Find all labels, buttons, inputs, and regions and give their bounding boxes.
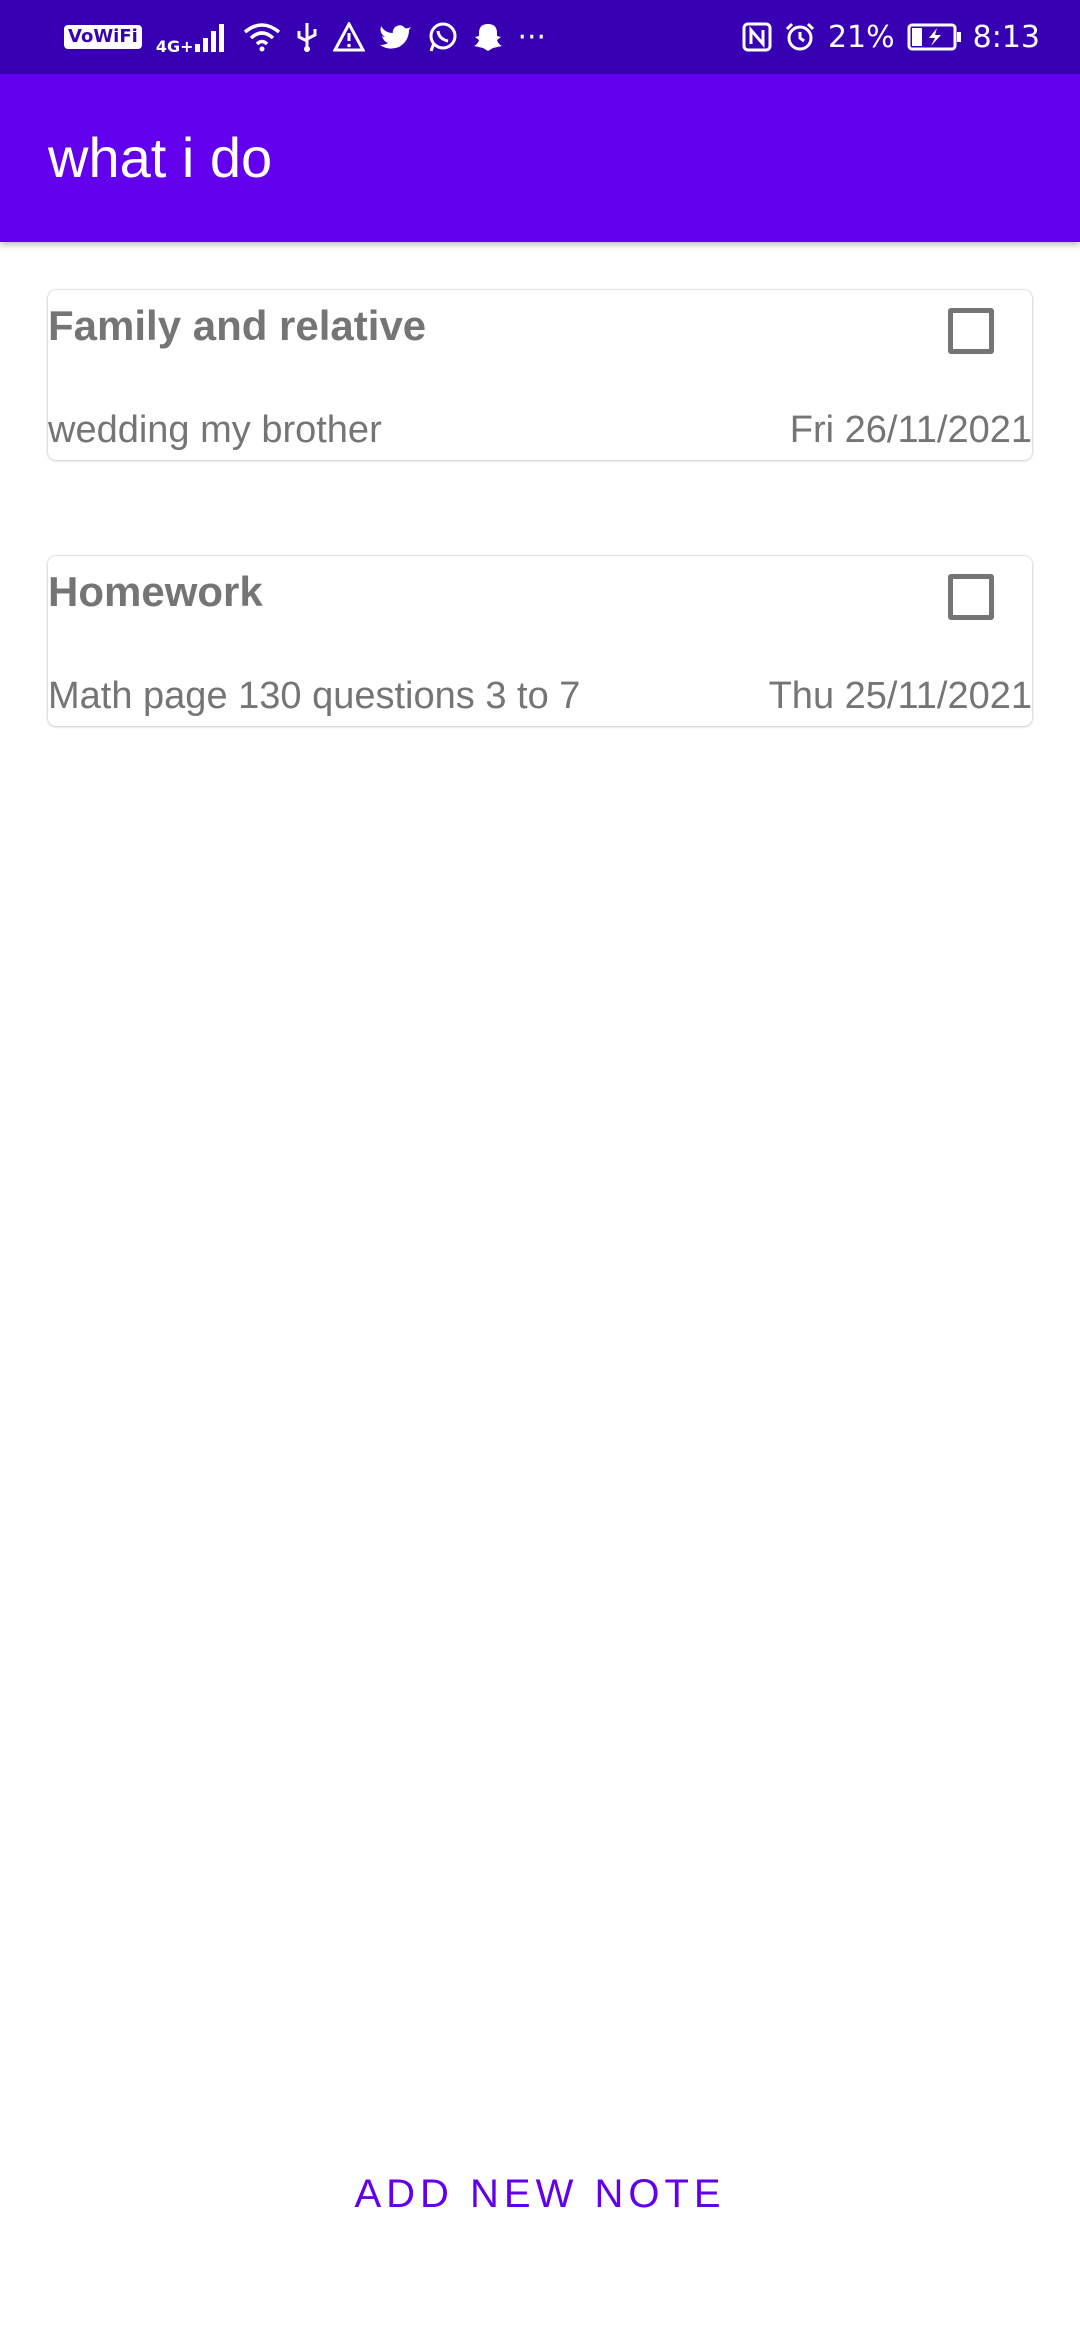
vowifi-badge: VoWiFi <box>64 25 142 49</box>
note-checkbox[interactable] <box>948 574 994 620</box>
app-bar: what i do <box>0 74 1080 242</box>
note-card[interactable]: Homework Math page 130 questions 3 to 7 … <box>48 556 1032 726</box>
note-title: Family and relative <box>48 302 427 349</box>
note-description: wedding my brother <box>48 409 382 451</box>
alarm-icon <box>784 21 816 53</box>
clock-time: 8:13 <box>972 19 1040 55</box>
snapchat-icon <box>473 22 503 52</box>
signal-icon <box>195 22 229 52</box>
more-notifications-icon: ··· <box>517 19 547 55</box>
note-title: Homework <box>48 568 263 615</box>
note-checkbox[interactable] <box>948 308 994 354</box>
battery-percentage: 21% <box>827 19 895 55</box>
whatsapp-icon <box>427 21 459 53</box>
note-date: Fri 26/11/2021 <box>789 409 1032 451</box>
note-description: Math page 130 questions 3 to 7 <box>48 675 581 717</box>
status-bar: VoWiFi 4G+ ··· 21% 8:13 <box>0 0 1080 74</box>
nfc-icon <box>742 22 772 52</box>
usb-icon <box>295 21 319 53</box>
note-card[interactable]: Family and relative wedding my brother F… <box>48 290 1032 460</box>
wifi-icon <box>243 22 281 52</box>
warning-icon <box>333 22 366 52</box>
note-date: Thu 25/11/2021 <box>768 675 1032 717</box>
status-right: 21% 8:13 <box>730 20 1040 55</box>
network-type-label: 4G+ <box>155 36 194 56</box>
battery-charging-icon <box>907 22 963 52</box>
app-title: what i do <box>48 126 273 189</box>
twitter-icon <box>379 23 413 51</box>
add-new-note-button[interactable]: ADD NEW NOTE <box>0 2160 1080 2228</box>
status-left: VoWiFi 4G+ ··· <box>64 19 560 56</box>
